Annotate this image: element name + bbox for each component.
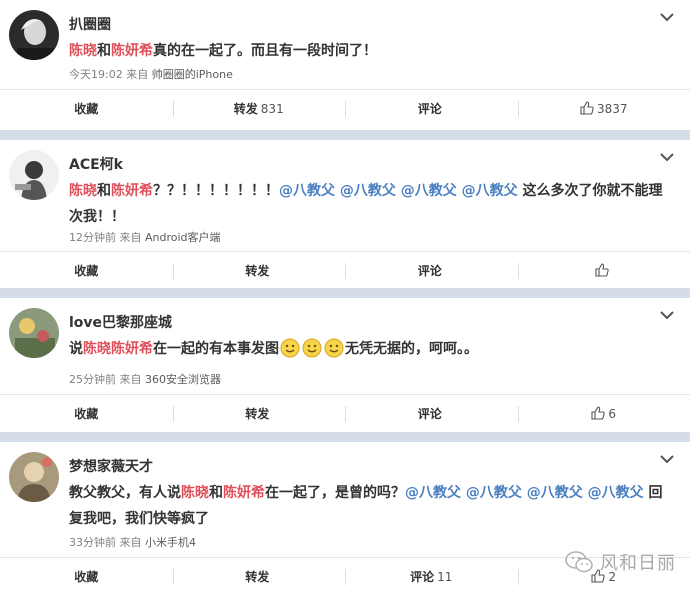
comment-label: 评论 (410, 570, 435, 584)
highlighted-name: 陈妍希 (223, 485, 265, 501)
collect-button[interactable]: 收藏 (0, 90, 173, 128)
post-content: 陈晓和陈妍希？？！！！！！！！@八教父 @八教父 @八教父 @八教父 这么多次了… (69, 178, 674, 230)
post-text: 在一起了，是曾的吗？ (265, 485, 405, 501)
repost-button[interactable]: 转发 (172, 395, 346, 433)
thumbs-up-icon (580, 101, 594, 115)
post-text: 无凭无据的，呵呵。。 (345, 341, 478, 357)
thumbs-up-icon (595, 263, 609, 277)
comment-count: 11 (437, 570, 453, 584)
smiley-emoji-icon (324, 338, 344, 358)
mention-link[interactable]: @八教父 @八教父 @八教父 @八教父 (279, 183, 518, 199)
repost-button[interactable]: 转发 831 (172, 90, 346, 128)
action-bar: 收藏 转发 评论 6 (0, 394, 690, 433)
post-content: 陈晓和陈妍希真的在一起了。而且有一段时间了！ (69, 38, 674, 64)
weibo-comment-feed: 扒圈圈 陈晓和陈妍希真的在一起了。而且有一段时间了！ 今天19:02 来自 帅圈… (0, 0, 690, 597)
post-text: 和 (97, 183, 111, 199)
collect-button[interactable]: 收藏 (0, 558, 173, 596)
action-bar: 收藏 转发 评论 (0, 251, 690, 290)
repost-label: 转发 (245, 407, 270, 421)
comment-button[interactable]: 评论 (345, 90, 518, 128)
from-label: 来自 (119, 373, 142, 386)
highlighted-name: 陈晓 (69, 43, 97, 59)
wechat-icon (565, 551, 593, 573)
collect-label: 收藏 (74, 407, 99, 421)
like-button[interactable]: 3837 (517, 90, 690, 128)
from-label: 来自 (119, 536, 142, 549)
comment-card: 梦想家薇天才 教父教父，有人说陈晓和陈妍希在一起了，是曾的吗？@八教父 @八教父… (0, 442, 690, 597)
post-source[interactable]: 帅圈圈的iPhone (152, 68, 233, 81)
like-button[interactable] (517, 252, 690, 290)
smiley-emoji-icon (280, 338, 300, 358)
post-meta: 33分钟前 来自 小米手机4 (69, 534, 196, 550)
chevron-down-icon[interactable] (660, 152, 674, 162)
highlighted-name: 陈晓 (181, 485, 209, 501)
post-source[interactable]: Android客户端 (145, 231, 221, 244)
post-text: 说 (69, 341, 83, 357)
repost-label: 转发 (233, 102, 258, 116)
collect-label: 收藏 (74, 102, 99, 116)
post-text: 教父教父，有人说 (69, 485, 181, 501)
comment-button[interactable]: 评论 (345, 395, 518, 433)
avatar[interactable] (9, 452, 59, 502)
post-text: ？？！！！！！！！ (153, 183, 279, 199)
watermark-text: 风和日丽 (600, 553, 676, 574)
comment-card: 扒圈圈 陈晓和陈妍希真的在一起了。而且有一段时间了！ 今天19:02 来自 帅圈… (0, 0, 690, 130)
collect-button[interactable]: 收藏 (0, 252, 173, 290)
collect-button[interactable]: 收藏 (0, 395, 173, 433)
thumbs-up-icon (591, 406, 606, 420)
comment-label: 评论 (417, 102, 442, 116)
collect-label: 收藏 (74, 264, 99, 278)
username[interactable]: 扒圈圈 (69, 14, 111, 34)
action-bar: 收藏 转发 831 评论 3837 (0, 89, 690, 128)
highlighted-name: 陈晓陈妍希 (83, 341, 153, 357)
post-source[interactable]: 360安全浏览器 (145, 373, 221, 386)
like-button[interactable]: 6 (517, 395, 690, 433)
repost-label: 转发 (245, 264, 270, 278)
comment-card: love巴黎那座城 说陈晓陈妍希在一起的有本事发图 无凭无据的，呵呵。。 25分钟… (0, 298, 690, 432)
post-time[interactable]: 今天19:02 (69, 68, 123, 81)
post-text: 真的在一起了。而且有一段时间了！ (153, 43, 377, 59)
post-meta: 今天19:02 来自 帅圈圈的iPhone (69, 66, 233, 82)
highlighted-name: 陈妍希 (111, 183, 153, 199)
avatar[interactable] (9, 10, 59, 60)
from-label: 来自 (119, 231, 142, 244)
post-time[interactable]: 33分钟前 (69, 536, 116, 549)
chevron-down-icon[interactable] (660, 12, 674, 22)
username[interactable]: 梦想家薇天才 (69, 456, 153, 476)
like-count: 3837 (596, 102, 628, 116)
chevron-down-icon[interactable] (660, 454, 674, 464)
comment-button[interactable]: 评论 (345, 252, 518, 290)
highlighted-name: 陈妍希 (111, 43, 153, 59)
post-time[interactable]: 12分钟前 (69, 231, 116, 244)
repost-button[interactable]: 转发 (172, 252, 346, 290)
like-count: 6 (608, 407, 617, 421)
username[interactable]: ACE柯k (69, 154, 123, 174)
post-content: 教父教父，有人说陈晓和陈妍希在一起了，是曾的吗？@八教父 @八教父 @八教父 @… (69, 480, 674, 532)
post-text: 在一起的有本事发图 (153, 341, 279, 357)
post-source[interactable]: 小米手机4 (145, 536, 196, 549)
mention-link[interactable]: @八教父 @八教父 @八教父 @八教父 (405, 485, 644, 501)
watermark: 风和日丽 (564, 549, 676, 575)
repost-count: 831 (260, 102, 284, 116)
post-text: 和 (97, 43, 111, 59)
comment-label: 评论 (417, 407, 442, 421)
repost-label: 转发 (245, 570, 270, 584)
post-content: 说陈晓陈妍希在一起的有本事发图 无凭无据的，呵呵。。 (69, 336, 674, 362)
post-meta: 25分钟前 来自 360安全浏览器 (69, 371, 221, 387)
collect-label: 收藏 (74, 570, 99, 584)
comment-button[interactable]: 评论 11 (345, 558, 518, 596)
repost-button[interactable]: 转发 (172, 558, 346, 596)
smiley-emoji-icon (302, 338, 322, 358)
post-time[interactable]: 25分钟前 (69, 373, 116, 386)
from-label: 来自 (126, 68, 149, 81)
avatar[interactable] (9, 308, 59, 358)
chevron-down-icon[interactable] (660, 310, 674, 320)
post-text: 和 (209, 485, 223, 501)
post-meta: 12分钟前 来自 Android客户端 (69, 229, 221, 245)
comment-label: 评论 (417, 264, 442, 278)
avatar[interactable] (9, 150, 59, 200)
highlighted-name: 陈晓 (69, 183, 97, 199)
comment-card: ACE柯k 陈晓和陈妍希？？！！！！！！！@八教父 @八教父 @八教父 @八教父… (0, 140, 690, 288)
username[interactable]: love巴黎那座城 (69, 312, 172, 332)
